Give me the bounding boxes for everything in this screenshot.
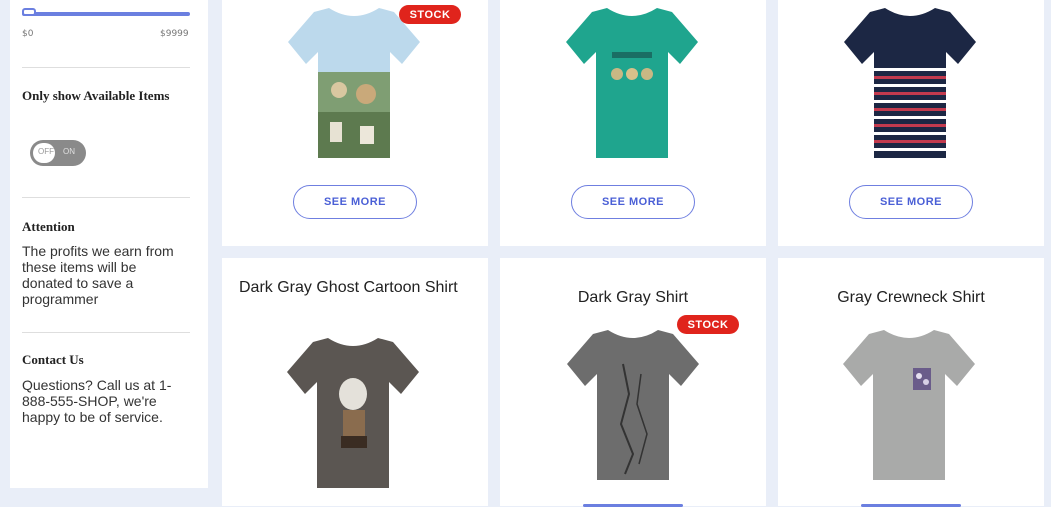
see-more-button[interactable]: SEE MORE [849,185,973,219]
available-items-heading: Only show Available Items [22,88,170,103]
contact-text: Questions? Call us at 1-888-555-SHOP, we… [22,377,172,425]
see-more-button[interactable]: SEE MORE [571,185,695,219]
product-title: Gray Crewneck Shirt [837,289,985,306]
price-max-label: $9999 [160,29,189,39]
attention-heading: Attention [22,219,75,234]
product-card[interactable]: Dark Gray Ghost Cartoon Shirt [222,258,488,506]
toggle-off-label: OFF [38,147,54,156]
price-range-slider[interactable] [22,12,190,16]
product-card[interactable]: SEE MORE [500,0,766,246]
dark-gray-shirt-image [567,330,699,480]
see-more-button[interactable]: SEE MORE [293,185,417,219]
gray-crewneck-shirt-image [843,330,975,480]
divider [22,197,190,198]
attention-text: The profits we earn from these items wil… [22,243,174,307]
light-blue-graphic-shirt-image [288,8,420,158]
toggle-on-label: ON [63,147,75,156]
available-items-toggle[interactable]: OFF ON [30,140,86,166]
product-card[interactable]: Gray Crewneck Shirt [778,258,1044,507]
price-min-label: $0 [22,29,34,39]
navy-striped-shirt-image [844,8,976,158]
price-slider-handle[interactable] [22,8,36,16]
product-card[interactable]: SEE MORE [778,0,1044,246]
product-card[interactable]: Dark Gray Shirt [500,258,766,507]
stock-badge: STOCK [399,5,461,24]
stock-badge: STOCK [677,315,739,334]
teal-graphic-shirt-image [566,8,698,158]
dark-gray-ghost-shirt-image [287,338,419,488]
product-card[interactable]: SEE MORE [222,0,488,246]
divider [22,332,190,333]
product-title: Dark Gray Ghost Cartoon Shirt [239,279,458,296]
divider [22,67,190,68]
product-title: Dark Gray Shirt [577,289,689,306]
contact-heading: Contact Us [22,352,84,367]
